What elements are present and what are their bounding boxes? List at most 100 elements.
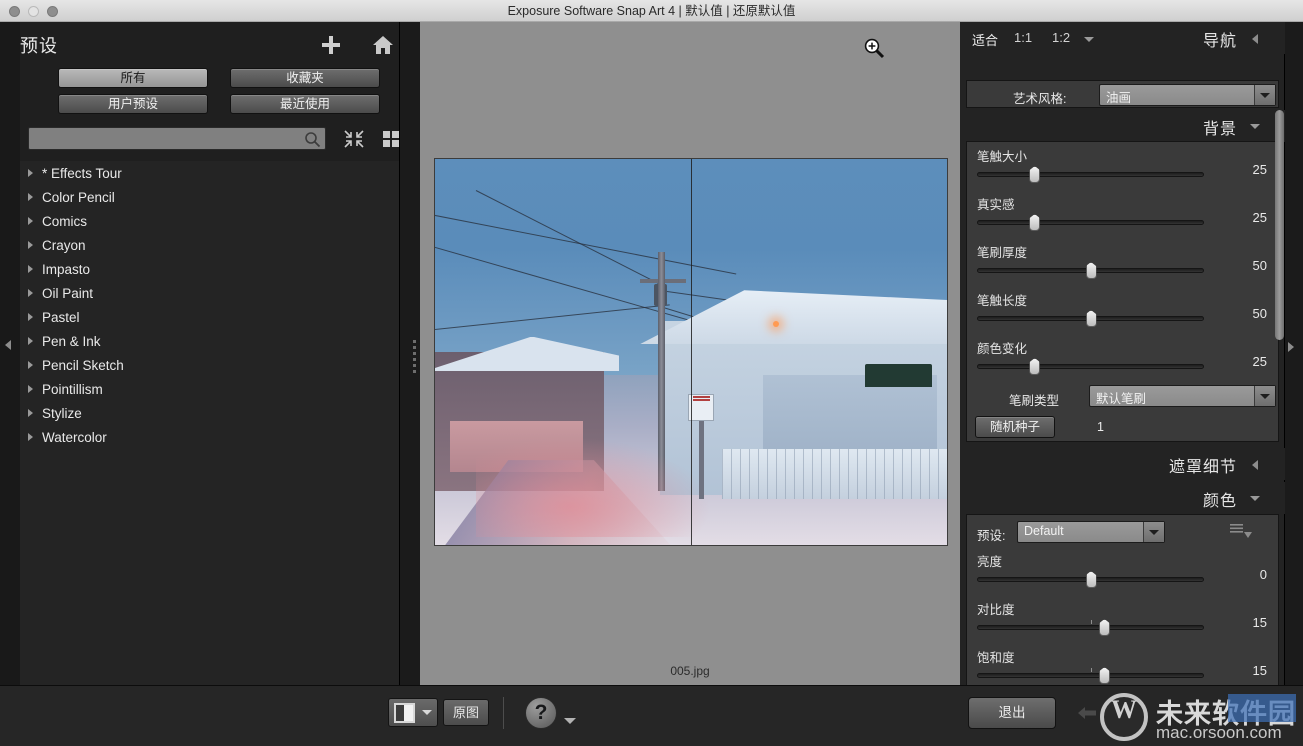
navigator-collapse-arrow[interactable] <box>1252 34 1258 44</box>
slider-thumb[interactable] <box>1085 262 1097 279</box>
color-preset-select[interactable]: Default <box>1017 521 1165 543</box>
preset-list[interactable]: * Effects Tour Color Pencil Comics Crayon Im… <box>20 161 399 685</box>
chevron-right-icon[interactable] <box>28 241 33 249</box>
preset-category-row[interactable]: Stylize <box>20 401 399 425</box>
slider-thumb[interactable] <box>1029 166 1041 183</box>
chevron-right-icon[interactable] <box>28 289 33 297</box>
preset-category-row[interactable]: Pen & Ink <box>20 329 399 353</box>
slider-track[interactable] <box>977 214 1204 231</box>
preset-category-label: Color Pencil <box>42 189 115 205</box>
panel-resize-handle[interactable] <box>413 340 418 373</box>
chevron-down-icon[interactable] <box>1254 85 1275 105</box>
chevron-down-icon[interactable] <box>1254 386 1275 406</box>
preset-filter-tabs: 所有 收藏夹 用户预设 最近使用 <box>58 68 388 114</box>
preset-tab-favorites[interactable]: 收藏夹 <box>230 68 380 88</box>
chevron-down-icon[interactable] <box>1084 37 1094 42</box>
home-icon[interactable] <box>372 35 394 55</box>
slider-thumb[interactable] <box>1099 619 1110 636</box>
brush-type-row: 笔刷类型 默认笔刷 <box>967 385 1280 411</box>
right-panel-collapse-arrow[interactable] <box>1288 342 1294 352</box>
art-style-select[interactable]: 油画 <box>1099 84 1276 106</box>
chevron-down-icon[interactable] <box>1250 124 1260 129</box>
scrollbar-thumb[interactable] <box>1275 110 1284 340</box>
zoom-mode-fit[interactable]: 适合 <box>972 30 998 49</box>
slider-label: 亮度 <box>977 555 1003 569</box>
search-field-wrap[interactable] <box>28 127 326 150</box>
slider-thumb[interactable] <box>1099 667 1110 684</box>
slider-thumb[interactable] <box>1085 571 1097 588</box>
preset-category-row[interactable]: Color Pencil <box>20 185 399 209</box>
adjustments-scrollbar[interactable] <box>1275 110 1284 685</box>
split-view-button[interactable] <box>388 698 438 727</box>
image-filename: 005.jpg <box>670 664 710 678</box>
hamburger-menu-icon[interactable] <box>1230 523 1252 544</box>
slider-stroke-length: 笔触长度 50 <box>967 290 1280 338</box>
plus-icon[interactable] <box>320 34 342 56</box>
chevron-right-icon[interactable] <box>28 313 33 321</box>
slider-track[interactable] <box>977 358 1204 375</box>
chevron-down-icon[interactable] <box>1250 496 1260 501</box>
chevron-right-icon[interactable] <box>28 265 33 273</box>
preset-category-label: Pencil Sketch <box>42 357 124 373</box>
chevron-right-icon[interactable] <box>28 433 33 441</box>
chevron-right-icon[interactable] <box>28 193 33 201</box>
section-header-color[interactable]: 颜色 <box>960 482 1285 514</box>
image-snow-glow <box>475 436 712 538</box>
art-style-label: 艺术风格: <box>1013 92 1067 106</box>
back-arrow-icon[interactable] <box>1078 705 1096 721</box>
preset-panel-inner: 预设 所有 收藏夹 用户预设 最近使用 * Effects Tour Color… <box>20 22 399 685</box>
preset-category-row[interactable]: Watercolor <box>20 425 399 449</box>
chevron-right-icon[interactable] <box>28 361 33 369</box>
preset-category-row[interactable]: Pencil Sketch <box>20 353 399 377</box>
chevron-right-icon[interactable] <box>28 409 33 417</box>
chevron-right-icon[interactable] <box>28 337 33 345</box>
slider-thumb[interactable] <box>1085 310 1097 327</box>
split-preview-divider[interactable] <box>691 159 692 545</box>
zoom-mode-1-1[interactable]: 1:1 <box>1014 30 1032 45</box>
left-panel-collapse-arrow[interactable] <box>5 340 11 350</box>
collapse-all-icon[interactable] <box>344 130 364 148</box>
chevron-right-icon[interactable] <box>28 169 33 177</box>
search-input[interactable] <box>34 128 299 149</box>
chevron-right-icon[interactable] <box>28 217 33 225</box>
grid-view-icon[interactable] <box>382 130 400 148</box>
chevron-left-icon[interactable] <box>1252 460 1258 470</box>
preset-category-row[interactable]: Pastel <box>20 305 399 329</box>
chevron-right-icon[interactable] <box>28 385 33 393</box>
zoom-mode-1-2[interactable]: 1:2 <box>1052 30 1070 45</box>
slider-track[interactable] <box>977 310 1204 327</box>
brush-type-select[interactable]: 默认笔刷 <box>1089 385 1276 407</box>
image-street-sign <box>688 394 715 422</box>
exit-button[interactable]: 退出 <box>968 697 1056 729</box>
preset-category-row[interactable]: Comics <box>20 209 399 233</box>
section-header-mask-detail[interactable]: 遮罩细节 <box>960 448 1285 480</box>
preset-category-row[interactable]: Crayon <box>20 233 399 257</box>
slider-track[interactable] <box>977 571 1204 588</box>
help-menu-chevron-down-icon[interactable] <box>564 718 576 724</box>
image-fence <box>721 448 947 499</box>
original-button[interactable]: 原图 <box>443 699 489 726</box>
preset-category-row[interactable]: Pointillism <box>20 377 399 401</box>
image-awning <box>865 363 932 387</box>
chevron-down-icon[interactable] <box>422 710 432 715</box>
slider-thumb[interactable] <box>1029 214 1041 231</box>
slider-track[interactable] <box>977 667 1204 684</box>
preset-tab-all[interactable]: 所有 <box>58 68 208 88</box>
preset-category-row[interactable]: * Effects Tour <box>20 161 399 185</box>
image-canvas-area[interactable]: 005.jpg <box>420 22 960 685</box>
slider-track[interactable] <box>977 262 1204 279</box>
chevron-down-icon[interactable] <box>1143 522 1164 542</box>
section-header-background[interactable]: 背景 <box>960 110 1285 142</box>
preset-category-row[interactable]: Oil Paint <box>20 281 399 305</box>
watermark-logo-icon <box>1100 693 1148 741</box>
slider-thumb[interactable] <box>1029 358 1041 375</box>
slider-track[interactable] <box>977 619 1204 636</box>
help-button[interactable]: ? <box>525 697 557 729</box>
preset-category-row[interactable]: Impasto <box>20 257 399 281</box>
slider-track[interactable] <box>977 166 1204 183</box>
preset-tab-user[interactable]: 用户预设 <box>58 94 208 114</box>
random-seed-button[interactable]: 随机种子 <box>975 416 1056 438</box>
brush-type-label: 笔刷类型 <box>1009 394 1060 408</box>
preview-image[interactable] <box>434 158 948 546</box>
preset-tab-recent[interactable]: 最近使用 <box>230 94 380 114</box>
